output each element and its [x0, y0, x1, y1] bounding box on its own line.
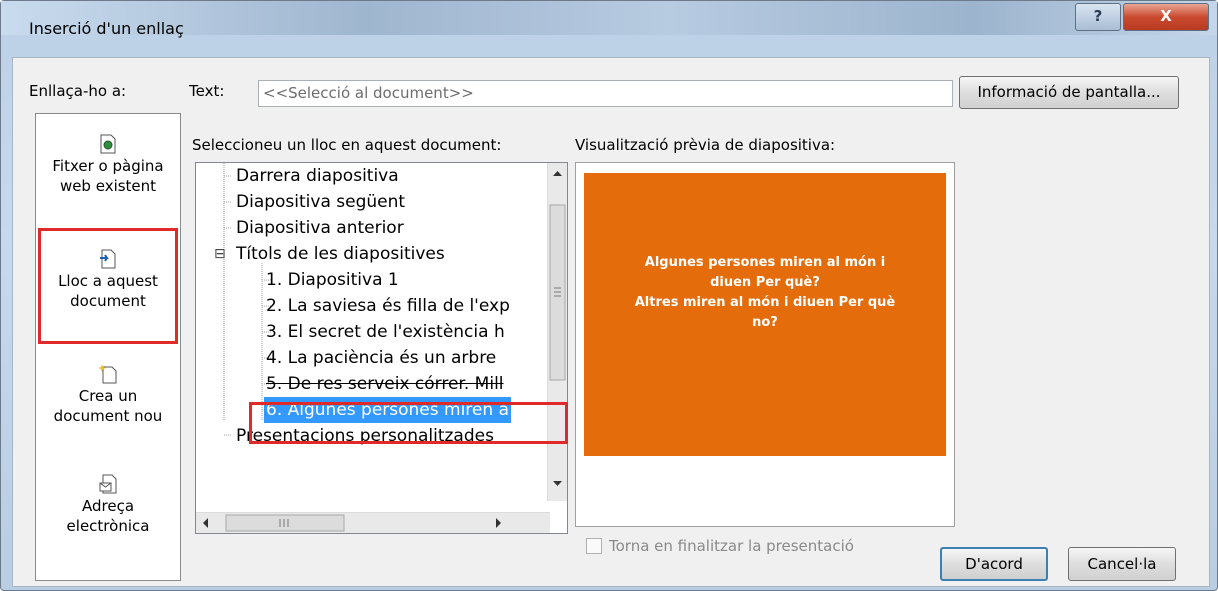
sidebar-item-existing-file[interactable]: Fitxer o pàgina web existent	[36, 134, 180, 196]
link-to-label: Enllaça-ho a:	[29, 82, 127, 100]
dialog-window: Inserció d'un enllaç ? X Enllaça-ho a: T…	[0, 0, 1218, 591]
help-button[interactable]: ?	[1075, 3, 1121, 31]
sidebar-item-label: Fitxer o pàgina	[52, 157, 164, 175]
tree-item[interactable]: 4. La paciència és un arbre	[266, 345, 496, 371]
title-bar[interactable]: Inserció d'un enllaç ? X	[1, 1, 1217, 38]
vertical-scrollbar[interactable]	[547, 163, 567, 501]
sidebar-item-label: electrònica	[66, 517, 150, 535]
tree-item[interactable]: Presentacions personalitzades	[236, 423, 494, 449]
tree-item-selected[interactable]: 6. Algunes persones miren a	[264, 397, 511, 423]
text-label: Text:	[189, 82, 225, 100]
slide-text-line: Altres miren al món i diuen Per què	[634, 295, 896, 310]
return-after-show-checkbox[interactable]	[586, 538, 602, 554]
place-list-label: Seleccioneu un lloc en aquest document:	[192, 136, 502, 154]
place-in-document-icon	[100, 249, 116, 269]
tree-item[interactable]: 3. El secret de l'existència h	[266, 319, 505, 345]
screentip-button[interactable]: Informació de pantalla...	[959, 76, 1179, 109]
sidebar-item-label: Crea un	[78, 387, 138, 405]
tree-item[interactable]: Darrera diapositiva	[236, 163, 399, 189]
sidebar-item-email-address[interactable]: Adreça electrònica	[36, 474, 180, 536]
slide-preview: Algunes persones miren al món i diuen Pe…	[575, 162, 955, 527]
cancel-button[interactable]: Cancel·la	[1068, 547, 1176, 581]
dialog-title: Inserció d'un enllaç	[29, 19, 184, 38]
tree-item[interactable]: Diapositiva següent	[236, 189, 405, 215]
slide-text-line: diuen Per què?	[710, 275, 820, 290]
sidebar-item-label: document nou	[53, 407, 163, 425]
hscroll-arrows	[203, 514, 501, 532]
sidebar-item-label: web existent	[59, 177, 157, 195]
sidebar-item-label: Adreça	[81, 497, 135, 515]
preview-label: Visualització prèvia de diapositiva:	[575, 136, 836, 154]
ok-button[interactable]: D'acord	[940, 547, 1048, 581]
slide-text-line: no?	[752, 315, 778, 330]
tree-item[interactable]: 2. La saviesa és filla de l'exp	[266, 293, 510, 319]
sidebar-item-label: document	[70, 292, 146, 310]
tree-item[interactable]: 5. De res serveix córrer. Mill	[266, 371, 504, 397]
close-button[interactable]: X	[1123, 3, 1209, 31]
scroll-arrows	[549, 171, 566, 486]
file-web-icon	[100, 134, 116, 154]
sidebar-item-place-in-document[interactable]: Lloc a aquest document	[36, 249, 180, 311]
sidebar-item-label: Lloc a aquest	[58, 272, 158, 290]
new-document-icon	[99, 364, 117, 384]
slide-text-line: Algunes persones miren al món i	[644, 255, 886, 270]
tree-item[interactable]: 1. Diapositiva 1	[266, 267, 399, 293]
sidebar-item-new-document[interactable]: Crea un document nou	[36, 364, 180, 426]
link-to-sidebar: Fitxer o pàgina web existent Lloc a aque…	[35, 113, 181, 581]
tree-item[interactable]: Títols de les diapositives	[236, 241, 445, 267]
display-text-input[interactable]: <<Selecció al document>>	[258, 80, 953, 107]
slide-thumbnail: Algunes persones miren al món i diuen Pe…	[584, 173, 946, 456]
horizontal-scrollbar[interactable]	[196, 512, 550, 533]
tree-item[interactable]: Diapositiva anterior	[236, 215, 404, 241]
return-after-show-label: Torna en finalitzar la presentació	[609, 537, 854, 555]
place-tree[interactable]: ⊟ Darrera diapositiva Diapositiva següen…	[195, 162, 568, 534]
dialog-body: Enllaça-ho a: Text: <<Selecció al docume…	[12, 57, 1210, 587]
email-address-icon	[99, 474, 117, 494]
collapse-icon[interactable]: ⊟	[214, 241, 226, 267]
